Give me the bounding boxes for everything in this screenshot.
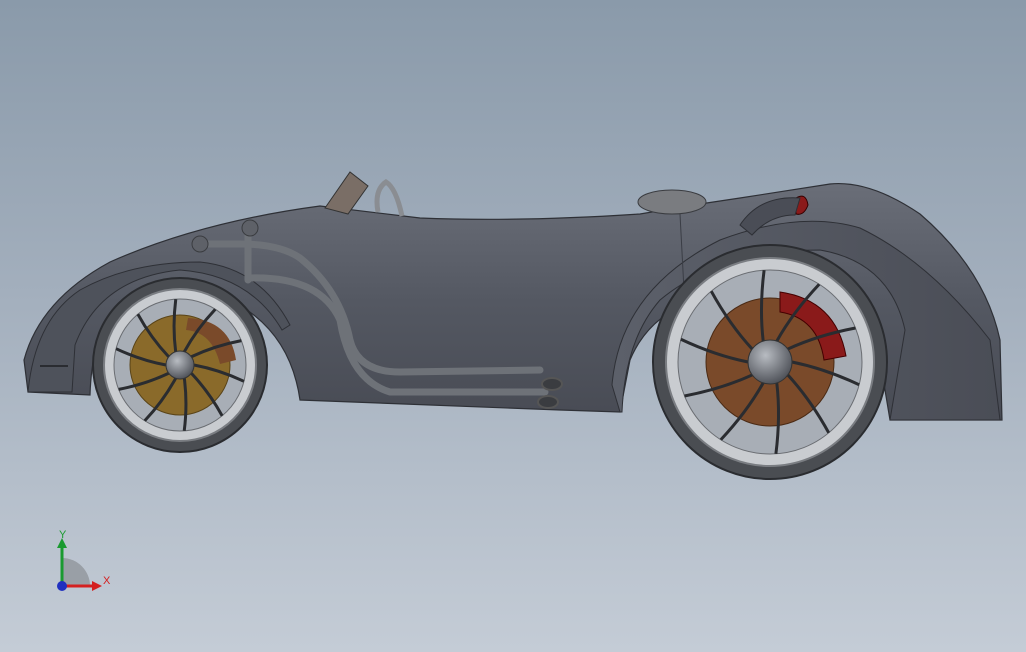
- exhaust-flange: [241, 219, 259, 237]
- exhaust-tip-lower: [537, 395, 559, 409]
- front-wheel[interactable]: [92, 277, 268, 453]
- axis-x-label: X: [103, 575, 111, 587]
- headrest: [637, 189, 707, 215]
- windscreen: [324, 171, 369, 215]
- exhaust-collector: [191, 235, 209, 253]
- wheel-spoke: [182, 378, 188, 432]
- roll-bar: [374, 179, 405, 217]
- wheel-spoke: [172, 298, 178, 352]
- exhaust-tip-upper: [541, 377, 563, 391]
- car-model[interactable]: [0, 0, 1026, 652]
- rear-wheel[interactable]: [652, 244, 888, 480]
- axis-z-dot: [57, 581, 67, 591]
- axis-y-label: Y: [59, 529, 67, 541]
- graphics-viewport[interactable]: X Y: [0, 0, 1026, 652]
- coordinate-triad: X Y: [50, 528, 120, 598]
